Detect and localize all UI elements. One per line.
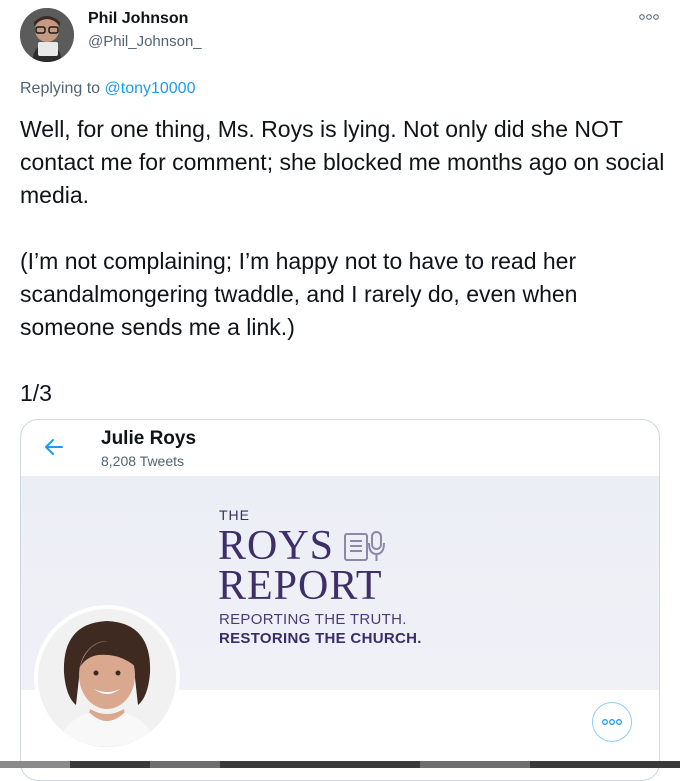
tweet-paragraph: (I’m not complaining; I’m happy not to h…: [20, 248, 578, 340]
profile-more-button[interactable]: [592, 702, 632, 742]
tweet-count: 8,208 Tweets: [101, 453, 185, 469]
author-avatar[interactable]: [20, 8, 74, 62]
document-microphone-icon: [343, 528, 391, 566]
banner-tagline-1: REPORTING THE TRUTH.: [219, 611, 407, 628]
replying-to: Replying to @tony10000: [20, 80, 195, 98]
author-name[interactable]: Phil Johnson: [88, 10, 188, 28]
back-arrow-icon[interactable]: [43, 436, 65, 458]
taskbar-strip: [0, 761, 680, 768]
replying-to-link[interactable]: @tony10000: [105, 80, 196, 97]
tweet-text: Well, for one thing, Ms. Roys is lying. …: [20, 113, 670, 410]
profile-photo[interactable]: [34, 605, 180, 751]
profile-name: Julie Roys: [101, 428, 197, 449]
banner-report: REPORT: [218, 563, 383, 609]
banner-the: THE: [219, 507, 250, 523]
tweet: Phil Johnson @Phil_Johnson_ Replying to …: [0, 0, 680, 781]
more-dots-icon[interactable]: [638, 10, 660, 24]
replying-prefix: Replying to: [20, 80, 101, 97]
embedded-screenshot[interactable]: Julie Roys 8,208 Tweets THE ROYS REPORT …: [20, 419, 660, 781]
tweet-paragraph: Well, for one thing, Ms. Roys is lying. …: [20, 116, 665, 208]
banner-tagline-2: RESTORING THE CHURCH.: [219, 630, 422, 647]
thread-counter: 1/3: [20, 380, 52, 406]
author-handle[interactable]: @Phil_Johnson_: [88, 33, 202, 50]
